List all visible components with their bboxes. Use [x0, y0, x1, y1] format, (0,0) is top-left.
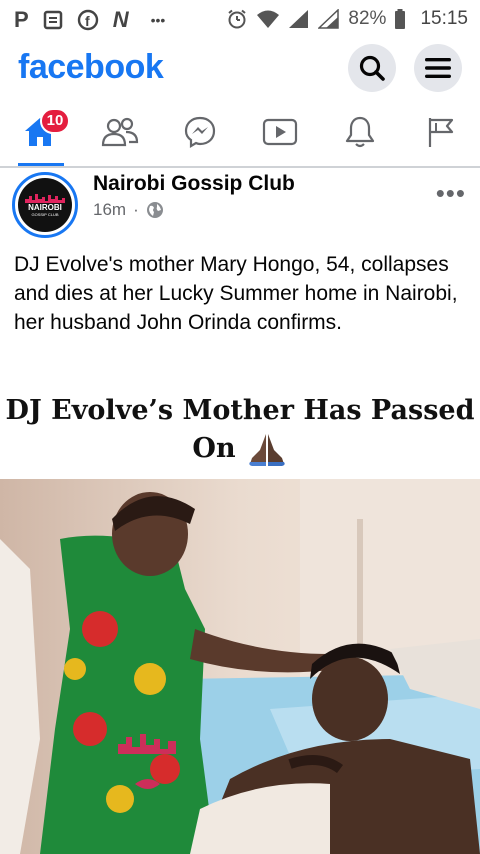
app-header: facebook: [0, 38, 480, 98]
news-icon: [43, 10, 62, 30]
svg-text:f: f: [85, 13, 90, 29]
battery-icon: [395, 9, 406, 29]
tab-bar: [0, 100, 480, 168]
tab-messenger[interactable]: [178, 112, 222, 152]
praying-hands-icon: [248, 434, 285, 466]
post-text: DJ Evolve's mother Mary Hongo, 54, colla…: [14, 253, 458, 334]
meta-separator: ·: [133, 200, 139, 219]
avatar-text-1: NAIROBI: [28, 203, 62, 212]
post-time[interactable]: 16m: [93, 200, 126, 220]
headline-line-2: On: [192, 433, 236, 464]
post-header: NAIROBI GOSSIP CLUB Nairobi Gossip Club …: [0, 168, 480, 238]
signal-icon: [289, 10, 309, 28]
post-photo[interactable]: [0, 479, 480, 854]
notifications-icon: [345, 116, 375, 148]
facebook-logo[interactable]: facebook: [18, 48, 164, 87]
search-button[interactable]: [348, 44, 396, 92]
tab-friends[interactable]: [98, 112, 142, 152]
search-icon: [359, 55, 385, 81]
menu-button[interactable]: [414, 44, 462, 92]
status-right: 82% 15:15: [226, 8, 468, 30]
battery-percent: 82%: [348, 8, 387, 29]
p-icon: P: [14, 7, 29, 32]
photo-illustration: [0, 479, 480, 854]
headline-line-1: DJ Evolve’s Mother Has Passed: [5, 395, 475, 426]
avatar-text-2: GOSSIP CLUB: [31, 212, 59, 217]
tab-notifications[interactable]: [338, 112, 382, 152]
status-time: 15:15: [420, 8, 468, 29]
pages-flag-icon: [428, 118, 454, 147]
n-icon: N: [112, 7, 129, 32]
signal-icon-2: [318, 9, 340, 29]
watch-icon: [262, 118, 298, 146]
page-avatar[interactable]: NAIROBI GOSSIP CLUB: [12, 172, 78, 238]
facebook-circle-icon: f: [77, 9, 98, 31]
globe-icon: [146, 202, 163, 218]
alarm-icon: [228, 9, 247, 29]
post-more-button[interactable]: •••: [436, 178, 466, 209]
headline-line-2-wrap: On: [0, 430, 480, 468]
status-left: P f N •••: [14, 7, 165, 33]
page-name[interactable]: Nairobi Gossip Club: [93, 172, 295, 196]
status-bar: P f N ••• 82% 15:15: [0, 0, 480, 38]
avatar-logo: NAIROBI GOSSIP CLUB: [18, 178, 72, 232]
skyline-icon: [25, 194, 65, 203]
tab-watch[interactable]: [258, 112, 302, 152]
friends-icon: [101, 117, 139, 147]
active-tab-indicator: [18, 163, 64, 166]
wifi-icon: [257, 10, 280, 28]
post-image-headline: DJ Evolve’s Mother Has Passed On: [0, 392, 480, 478]
menu-icon: [425, 58, 451, 78]
tab-pages[interactable]: [418, 112, 462, 152]
status-dots: •••: [150, 12, 166, 28]
post-meta: 16m ·: [93, 200, 164, 220]
home-notification-badge: 10: [40, 108, 70, 134]
messenger-icon: [184, 116, 216, 148]
